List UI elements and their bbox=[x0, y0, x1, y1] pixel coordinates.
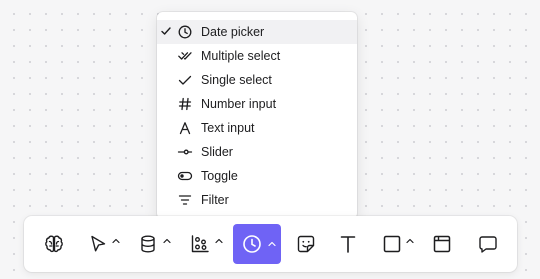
menu-item-multiple-select[interactable]: Multiple select bbox=[157, 44, 357, 68]
database-icon bbox=[141, 235, 155, 253]
menu-item-label: Toggle bbox=[201, 169, 238, 183]
toggle-icon bbox=[177, 171, 193, 181]
clock-icon bbox=[178, 25, 192, 39]
chevron-up-icon[interactable] bbox=[162, 236, 172, 246]
menu-item-slider[interactable]: Slider bbox=[157, 140, 357, 164]
brain-icon bbox=[45, 235, 63, 253]
ai-brain-tool[interactable] bbox=[36, 226, 72, 262]
menu-item-date-picker[interactable]: Date picker bbox=[157, 20, 357, 44]
filter-icon bbox=[178, 195, 192, 205]
database-tool[interactable] bbox=[130, 226, 166, 262]
menu-item-text-input[interactable]: Text input bbox=[157, 116, 357, 140]
comment-tool[interactable] bbox=[470, 226, 506, 262]
scatter-chart-icon bbox=[191, 235, 209, 253]
chevron-up-icon[interactable] bbox=[267, 239, 277, 249]
frame-tool[interactable] bbox=[424, 226, 460, 262]
check-icon bbox=[178, 75, 192, 85]
sticker-tool[interactable] bbox=[288, 226, 324, 262]
menu-item-label: Date picker bbox=[201, 25, 265, 39]
checkmark-icon bbox=[161, 27, 171, 35]
menu-item-number-input[interactable]: Number input bbox=[157, 92, 357, 116]
menu-item-filter[interactable]: Filter bbox=[157, 188, 357, 212]
hash-icon bbox=[178, 97, 192, 111]
frame-icon bbox=[433, 235, 451, 253]
letter-a-icon bbox=[179, 122, 191, 135]
menu-item-label: Single select bbox=[201, 73, 272, 87]
comment-icon bbox=[479, 236, 497, 253]
menu-item-label: Filter bbox=[201, 193, 229, 207]
menu-item-label: Number input bbox=[201, 97, 277, 111]
text-tool[interactable] bbox=[330, 226, 366, 262]
bottom-toolbar bbox=[24, 216, 517, 272]
chart-tool[interactable] bbox=[182, 226, 218, 262]
cursor-icon bbox=[91, 235, 106, 252]
menu-item-single-select[interactable]: Single select bbox=[157, 68, 357, 92]
double-check-icon bbox=[178, 52, 192, 60]
chevron-up-icon[interactable] bbox=[405, 236, 415, 246]
slider-icon bbox=[177, 149, 193, 155]
clock-icon bbox=[243, 235, 261, 253]
menu-item-label: Text input bbox=[201, 121, 255, 135]
square-icon bbox=[383, 235, 401, 253]
text-t-icon bbox=[340, 236, 356, 253]
input-type-menu: Date picker Multiple select Single selec… bbox=[157, 12, 357, 219]
chevron-up-icon[interactable] bbox=[111, 236, 121, 246]
menu-item-label: Slider bbox=[201, 145, 233, 159]
chevron-up-icon[interactable] bbox=[214, 236, 224, 246]
menu-item-label: Multiple select bbox=[201, 49, 281, 63]
menu-item-toggle[interactable]: Toggle bbox=[157, 164, 357, 188]
sticker-icon bbox=[297, 235, 315, 253]
input-tool[interactable] bbox=[233, 224, 281, 264]
